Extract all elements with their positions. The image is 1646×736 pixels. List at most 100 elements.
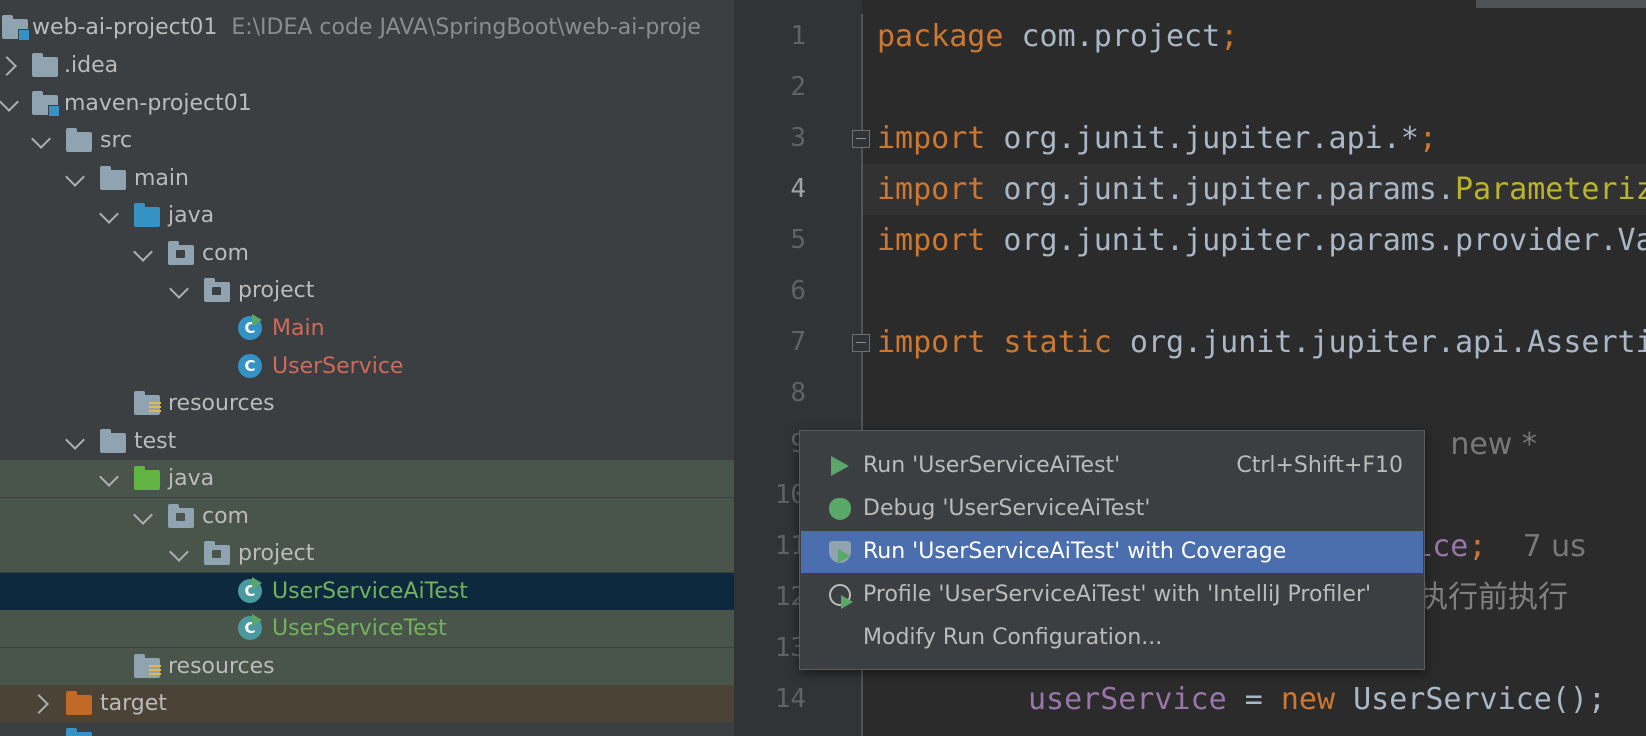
tree-node-test-java[interactable]: java	[0, 460, 734, 497]
tree-node-idea[interactable]: .idea	[0, 47, 734, 84]
tree-node-label: src	[100, 128, 133, 153]
chevron-down-icon[interactable]	[99, 467, 119, 487]
tree-node-main[interactable]: main	[0, 160, 734, 197]
folder-icon	[100, 166, 126, 190]
tree-node-test-project[interactable]: project	[0, 535, 734, 572]
run-icon	[831, 456, 849, 476]
folder-icon	[32, 53, 58, 77]
excluded-folder-icon	[66, 691, 92, 715]
tree-node-label: test	[134, 429, 177, 454]
code-line-1: package com.project;	[877, 19, 1239, 54]
tree-node-main-java[interactable]: java	[0, 197, 734, 234]
tree-node-label: UserService	[272, 354, 404, 379]
menu-item-run[interactable]: Run 'UserServiceAiTest' Ctrl+Shift+F10	[801, 445, 1423, 487]
chevron-down-icon[interactable]	[169, 542, 189, 562]
tree-node-maven-project[interactable]: maven-project01	[0, 85, 734, 122]
tree-node-label: java	[168, 203, 215, 228]
project-tree-panel: web-ai-project01 E:\IDEA code JAVA\Spring…	[0, 0, 734, 736]
tree-node-label: com	[202, 241, 249, 266]
chevron-right-icon[interactable]	[0, 56, 17, 76]
runnable-class-icon: C	[238, 314, 264, 340]
menu-item-modify-run-configuration[interactable]: Modify Run Configuration...	[801, 617, 1423, 659]
line-number: 1	[790, 21, 806, 51]
tree-node-label: com	[202, 504, 249, 529]
package-icon	[204, 541, 230, 565]
tree-node-label: project	[238, 278, 315, 303]
test-source-folder-icon	[134, 466, 160, 490]
folder-icon	[66, 128, 92, 152]
chevron-down-icon[interactable]	[65, 430, 85, 450]
tree-node-label: resources	[168, 391, 275, 416]
tree-node-main-resources[interactable]: resources	[0, 385, 734, 422]
run-context-menu: Run 'UserServiceAiTest' Ctrl+Shift+F10 D…	[799, 430, 1425, 670]
tree-node-label: .idea	[64, 53, 119, 78]
menu-item-label: Debug 'UserServiceAiTest'	[863, 496, 1151, 521]
line-number: 7	[790, 327, 806, 357]
tree-node-main-com[interactable]: com	[0, 235, 734, 272]
tree-node-label: target	[100, 691, 167, 716]
tree-node-src[interactable]: src	[0, 122, 734, 159]
inlay-hint: new *	[1450, 427, 1537, 462]
tree-node-userservice-class[interactable]: C UserService	[0, 348, 734, 385]
horizontal-scrollbar-thumb[interactable]	[1476, 0, 1646, 8]
chevron-down-icon[interactable]	[0, 92, 19, 112]
menu-item-label: Profile 'UserServiceAiTest' with 'Intell…	[863, 582, 1372, 607]
tree-node-test-resources[interactable]: resources	[0, 648, 734, 685]
chevron-down-icon[interactable]	[99, 204, 119, 224]
menu-item-debug[interactable]: Debug 'UserServiceAiTest'	[801, 488, 1423, 530]
menu-item-profile[interactable]: Profile 'UserServiceAiTest' with 'Intell…	[801, 574, 1423, 616]
line-number: 14	[774, 684, 806, 714]
tree-node-label: project	[238, 541, 315, 566]
chevron-down-icon[interactable]	[31, 129, 51, 149]
tree-node-partial[interactable]	[0, 722, 734, 736]
tree-root-row[interactable]: web-ai-project01 E:\IDEA code JAVA\Spring…	[0, 9, 734, 46]
tree-node-label: UserServiceAiTest	[272, 579, 468, 604]
line-number: 10	[774, 480, 806, 510]
usages-hint: 7 us	[1522, 529, 1586, 564]
test-resources-folder-icon	[134, 654, 161, 678]
chevron-down-icon[interactable]	[169, 279, 189, 299]
package-icon	[168, 241, 194, 265]
fold-collapse-icon[interactable]	[852, 334, 870, 352]
class-icon: C	[238, 354, 264, 378]
tree-node-test-com[interactable]: com	[0, 498, 734, 535]
tree-node-label: maven-project01	[64, 91, 252, 116]
line-number: 12	[774, 582, 806, 612]
line-number: 5	[790, 225, 806, 255]
chevron-down-icon[interactable]	[133, 242, 153, 262]
tree-node-label: resources	[168, 654, 275, 679]
tree-node-userserviceaitest-selected[interactable]: C UserServiceAiTest	[0, 573, 734, 610]
tree-node-main-project[interactable]: project	[0, 272, 734, 309]
code-line-5: import org.junit.jupiter.params.provider…	[877, 223, 1646, 258]
line-number: 3	[790, 123, 806, 153]
menu-item-shortcut: Ctrl+Shift+F10	[1236, 453, 1403, 478]
chevron-right-icon[interactable]	[29, 694, 49, 714]
code-line-4: import org.junit.jupiter.params.Paramete…	[877, 172, 1646, 207]
chevron-down-icon[interactable]	[65, 167, 85, 187]
folder-icon	[66, 728, 92, 736]
package-icon	[204, 278, 230, 302]
tree-root-path: E:\IDEA code JAVA\SpringBoot\web-ai-proj…	[231, 15, 701, 40]
line-number: 6	[790, 276, 806, 306]
tree-node-test[interactable]: test	[0, 423, 734, 460]
code-line-7: import static org.junit.jupiter.api.Asse…	[877, 325, 1646, 360]
line-number: 2	[790, 72, 806, 102]
fold-collapse-icon[interactable]	[852, 130, 870, 148]
line-number: 8	[790, 378, 806, 408]
code-line-14: userService = new UserService();	[1028, 682, 1606, 717]
test-class-icon: C	[238, 577, 264, 603]
line-number: 9	[734, 419, 806, 470]
menu-item-label: Modify Run Configuration...	[863, 625, 1163, 650]
line-number-current: 4	[790, 174, 806, 204]
profiler-icon	[829, 584, 853, 609]
debug-icon	[829, 498, 851, 520]
tree-node-userservicetest[interactable]: C UserServiceTest	[0, 610, 734, 647]
menu-item-run-with-coverage[interactable]: Run 'UserServiceAiTest' with Coverage	[801, 531, 1423, 573]
tree-node-label: java	[168, 466, 215, 491]
chevron-down-icon[interactable]	[133, 505, 153, 525]
tree-node-target[interactable]: target	[0, 685, 734, 722]
tree-node-main-class[interactable]: C Main	[0, 310, 734, 347]
package-icon	[168, 504, 194, 528]
test-class-icon: C	[238, 614, 264, 640]
menu-item-label: Run 'UserServiceAiTest' with Coverage	[863, 539, 1287, 564]
